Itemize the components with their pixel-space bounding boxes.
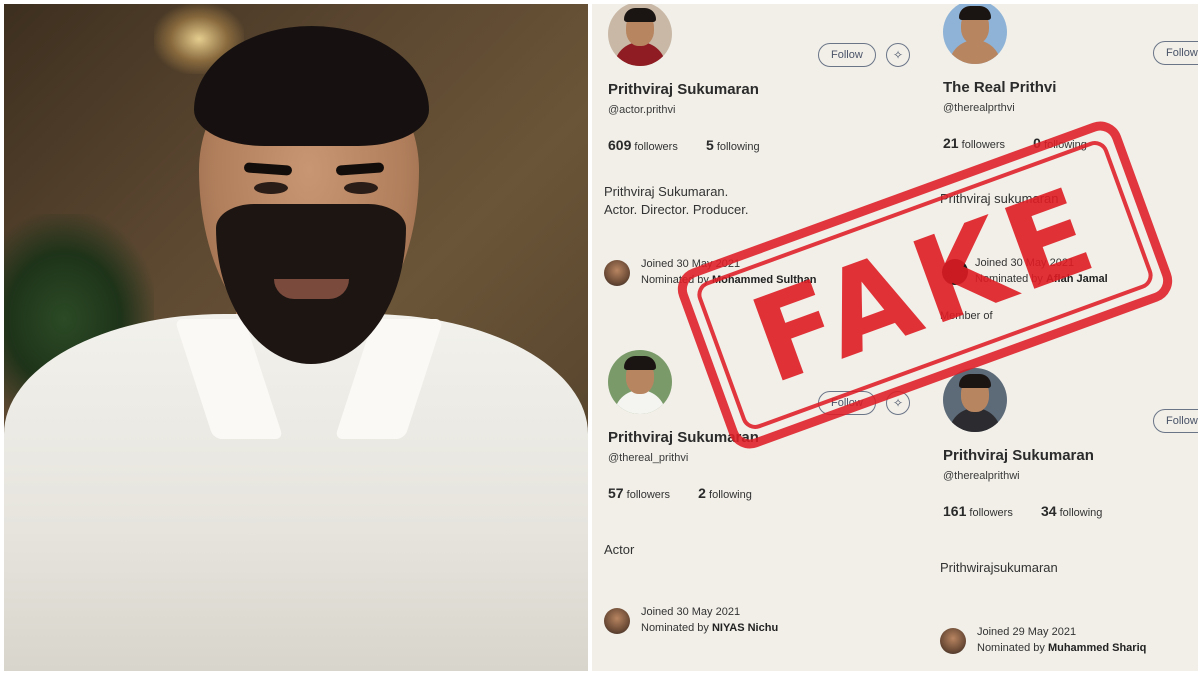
profile-handle: @therealprithwi <box>943 470 1020 482</box>
follow-button[interactable]: Follow <box>818 43 876 67</box>
joined-date: Joined 30 May 2021 <box>641 606 741 618</box>
nominated-prefix: Nominated by <box>641 622 709 634</box>
nominator-avatar[interactable] <box>940 628 966 654</box>
nominator-name[interactable]: Muhammed Shariq <box>1048 642 1146 654</box>
profile-handle: @actor.prithvi <box>608 104 676 116</box>
photo-mouth <box>274 279 349 299</box>
avatar[interactable] <box>608 350 672 414</box>
following-count[interactable]: 5 <box>706 137 714 153</box>
followers-label[interactable]: followers <box>627 489 670 501</box>
actor-photo <box>4 4 588 671</box>
avatar[interactable] <box>608 4 672 66</box>
joined-info: Joined 29 May 2021 Nominated by Muhammed… <box>977 624 1146 656</box>
following-label[interactable]: following <box>717 141 760 153</box>
followers-count[interactable]: 57 <box>608 485 624 501</box>
profile-name: Prithviraj Sukumaran <box>608 81 759 98</box>
joined-date: Joined 29 May 2021 <box>977 626 1077 638</box>
profile-name: The Real Prithvi <box>943 79 1057 96</box>
profile-handle: @therealprthvi <box>943 102 1015 114</box>
avatar[interactable] <box>943 4 1007 64</box>
profile-bio: Prithwirajsukumaran <box>940 560 1058 575</box>
followers-label[interactable]: followers <box>634 141 677 153</box>
nominated-prefix: Nominated by <box>977 642 1045 654</box>
bio-line: Actor. Director. Producer. <box>604 202 749 217</box>
white-shirt <box>4 314 588 671</box>
avatar[interactable] <box>943 368 1007 432</box>
following-count[interactable]: 34 <box>1041 503 1057 519</box>
profile-bio: Prithviraj Sukumaran. Actor. Director. P… <box>604 183 749 219</box>
bio-line: Prithviraj Sukumaran. <box>604 184 729 199</box>
profile-bio: Actor <box>604 542 635 557</box>
profile-card-4: Follow Prithviraj Sukumaran @therealprit… <box>932 354 1198 671</box>
followers-count[interactable]: 609 <box>608 137 631 153</box>
follow-button[interactable]: Follow <box>1153 41 1198 65</box>
nominator-avatar[interactable] <box>604 608 630 634</box>
joined-info: Joined 30 May 2021 Nominated by NIYAS Ni… <box>641 604 778 636</box>
sparkle-icon[interactable]: ✧ <box>886 43 910 67</box>
followers-count[interactable]: 161 <box>943 503 966 519</box>
follow-button[interactable]: Follow <box>1153 409 1198 433</box>
right-eye <box>344 182 378 194</box>
followers-label[interactable]: followers <box>969 507 1012 519</box>
profile-stats: 161 followers 34 following <box>943 503 1102 519</box>
following-count[interactable]: 2 <box>698 485 706 501</box>
followers-label[interactable]: followers <box>962 139 1005 151</box>
profile-stats: 57 followers 2 following <box>608 485 752 501</box>
following-label[interactable]: following <box>1060 507 1103 519</box>
followers-count[interactable]: 21 <box>943 135 959 151</box>
nominator-name[interactable]: NIYAS Nichu <box>712 622 778 634</box>
profile-handle: @thereal_prithvi <box>608 452 689 464</box>
left-eye <box>254 182 288 194</box>
following-label[interactable]: following <box>709 489 752 501</box>
profile-stats: 609 followers 5 following <box>608 137 760 153</box>
profile-name: Prithviraj Sukumaran <box>943 447 1094 464</box>
nominator-avatar[interactable] <box>604 260 630 286</box>
